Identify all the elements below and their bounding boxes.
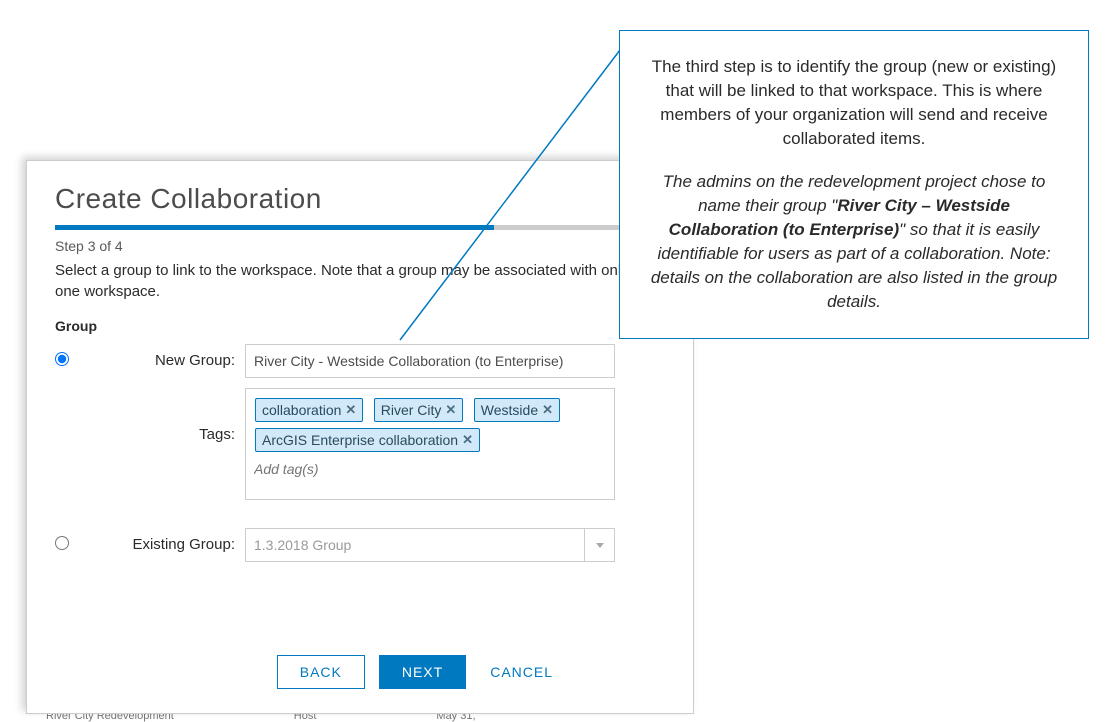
new-group-label: New Group: — [85, 344, 235, 369]
tag-text: ArcGIS Enterprise collaboration — [262, 432, 458, 448]
tag-text: River City — [381, 402, 442, 418]
tag-remove-icon[interactable]: ✕ — [462, 432, 473, 448]
tag-remove-icon[interactable]: ✕ — [345, 402, 356, 418]
callout-paragraph-1: The third step is to identify the group … — [646, 55, 1062, 152]
tag[interactable]: collaboration✕ — [255, 398, 363, 422]
existing-group-label: Existing Group: — [85, 528, 235, 553]
tags-label: Tags: — [85, 388, 235, 443]
existing-group-selected: 1.3.2018 Group — [246, 537, 584, 553]
callout-paragraph-2: The admins on the redevelopment project … — [646, 170, 1062, 315]
existing-group-radio[interactable] — [55, 536, 69, 550]
tags-box[interactable]: collaboration✕ River City✕ Westside✕ Arc… — [245, 388, 615, 500]
progress-fill — [55, 225, 494, 230]
tag-remove-icon[interactable]: ✕ — [542, 402, 553, 418]
dialog-button-bar: BACK NEXT CANCEL — [55, 655, 563, 689]
add-tag-input[interactable] — [252, 455, 402, 483]
new-group-radio[interactable] — [55, 352, 69, 366]
dialog-title: Create Collaboration — [55, 183, 665, 215]
next-button[interactable]: NEXT — [379, 655, 466, 689]
new-group-name-input[interactable] — [245, 344, 615, 378]
create-collaboration-dialog: Create Collaboration Step 3 of 4 Select … — [26, 160, 694, 714]
step-instruction: Select a group to link to the workspace.… — [55, 260, 655, 302]
back-button[interactable]: BACK — [277, 655, 365, 689]
progress-bar — [55, 225, 665, 230]
form-area: New Group: Tags: collaboration✕ River Ci… — [55, 344, 665, 562]
tag[interactable]: ArcGIS Enterprise collaboration✕ — [255, 428, 480, 452]
annotation-callout: The third step is to identify the group … — [619, 30, 1089, 339]
existing-group-row: Existing Group: 1.3.2018 Group — [55, 528, 665, 562]
new-group-row: New Group: — [55, 344, 665, 378]
tag-text: collaboration — [262, 402, 341, 418]
tag[interactable]: River City✕ — [374, 398, 464, 422]
tag-remove-icon[interactable]: ✕ — [445, 402, 456, 418]
step-label: Step 3 of 4 — [55, 238, 665, 254]
cancel-button[interactable]: CANCEL — [480, 655, 563, 689]
tags-row: Tags: collaboration✕ River City✕ Westsid… — [55, 388, 665, 500]
tag-text: Westside — [481, 402, 538, 418]
dropdown-caret[interactable] — [584, 529, 614, 561]
group-section-heading: Group — [55, 318, 665, 334]
chevron-down-icon — [596, 543, 604, 548]
existing-group-dropdown[interactable]: 1.3.2018 Group — [245, 528, 615, 562]
tag[interactable]: Westside✕ — [474, 398, 560, 422]
